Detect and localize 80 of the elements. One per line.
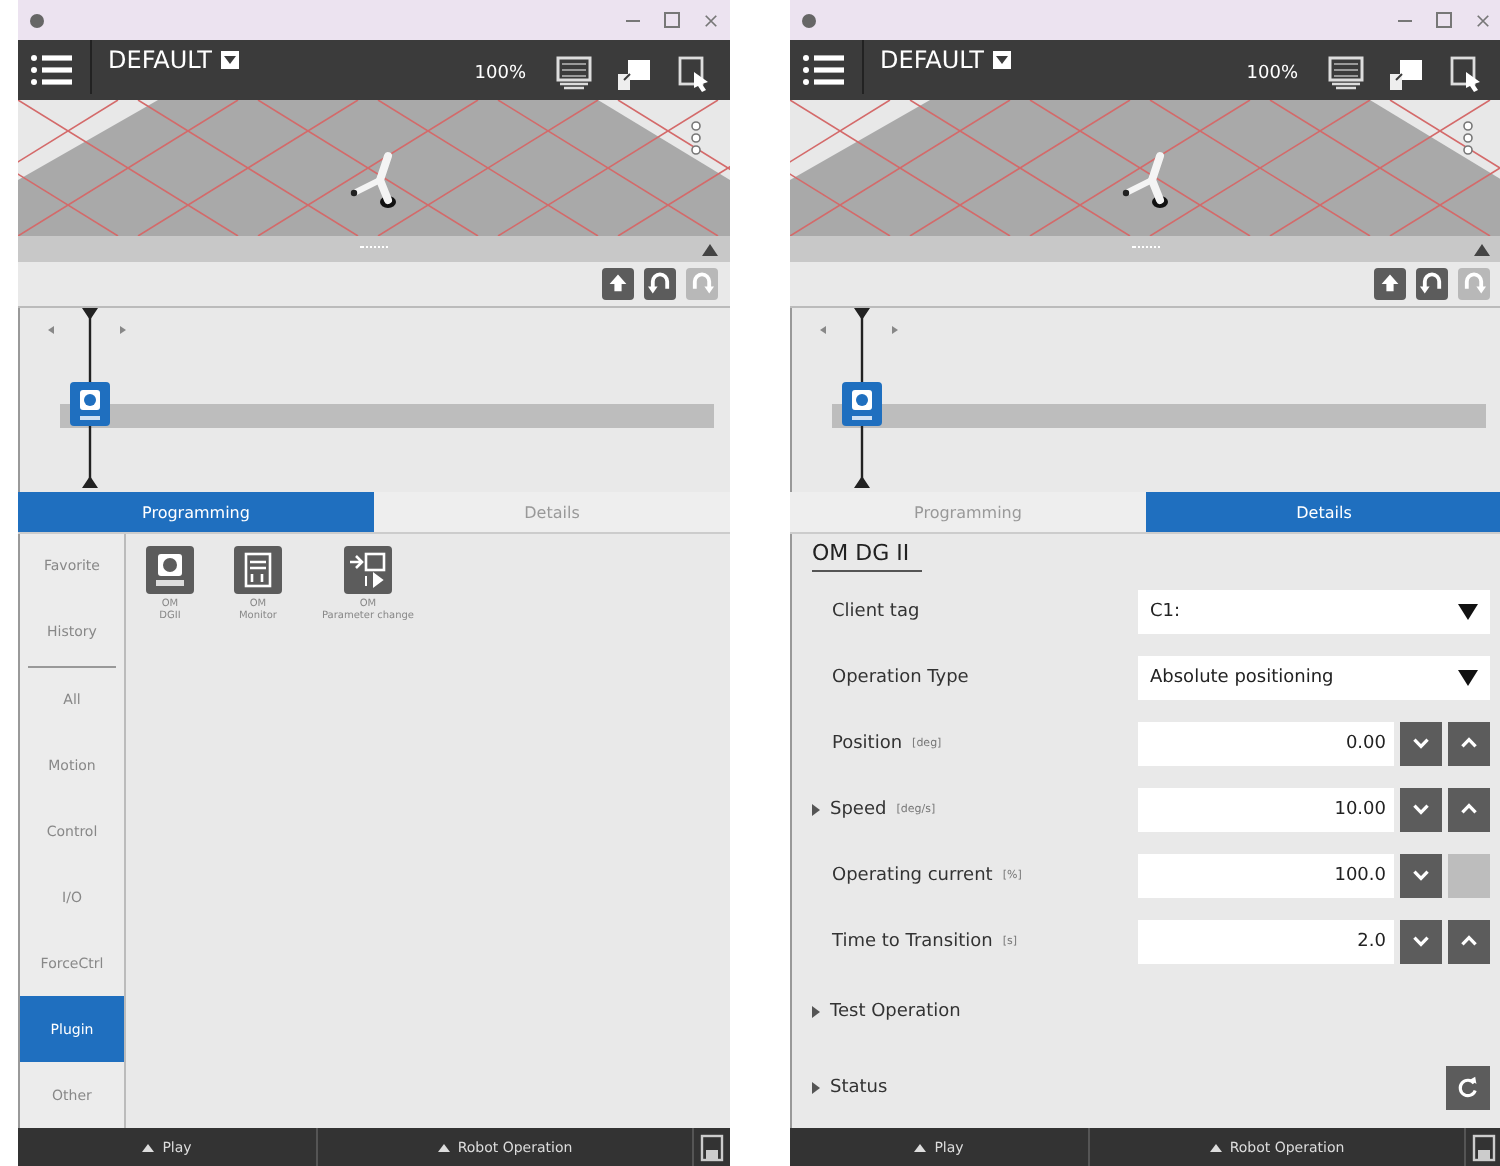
field-label: Position [832,733,903,753]
field-label: Client tag [832,601,920,621]
dropdown-arrow-icon [1458,603,1478,619]
expand-caret-icon[interactable] [812,803,820,815]
view-options-icon[interactable] [1462,120,1474,156]
parameter-change-icon[interactable] [344,546,392,594]
zoom-level: 100% [1246,64,1298,84]
monitor-panel-icon[interactable] [234,546,282,594]
section-header[interactable]: Status [830,1078,888,1098]
field-label: Operation Type [832,667,969,687]
minimize-icon[interactable] [1398,19,1412,21]
right-arrow-icon[interactable] [892,326,898,334]
increment-button[interactable] [1448,919,1490,963]
dropdown-field[interactable]: C1: [1138,589,1490,633]
app-logo-icon [30,13,44,27]
maximize-icon[interactable] [1436,12,1452,28]
monitor-icon[interactable] [1326,56,1366,92]
dropdown-arrow-icon [1458,669,1478,685]
undo-button[interactable] [1416,268,1448,300]
decrement-button[interactable] [1400,721,1442,765]
redo-icon [1462,272,1486,296]
field-label: Speed [830,799,887,819]
gripper-command-block[interactable] [70,382,110,426]
menu-icon[interactable] [802,52,846,88]
section-header[interactable]: Test Operation [830,1002,961,1022]
panel-tab[interactable]: Details [1146,492,1500,534]
gripper-icon[interactable] [146,546,194,594]
expand-caret-icon[interactable] [812,1082,820,1094]
menu-icon[interactable] [30,52,74,88]
program-title[interactable]: DEFAULT [108,46,212,74]
expand-caret-icon[interactable] [812,1006,820,1018]
refresh-button[interactable] [1446,1066,1490,1110]
field-label: Time to Transition [832,931,993,951]
upload-button[interactable] [602,268,634,300]
maximize-icon[interactable] [664,12,680,28]
decrement-button[interactable] [1400,853,1442,897]
field-label: Operating current [832,865,993,885]
number-field[interactable]: 100.0 [1138,853,1394,897]
increment-button[interactable] [1448,787,1490,831]
window-icon[interactable] [614,56,654,92]
number-field[interactable]: 10.00 [1138,787,1394,831]
dropdown-icon[interactable] [991,50,1012,70]
decrement-button[interactable] [1400,919,1442,963]
undo-icon [648,272,672,296]
collapse-arrow-icon[interactable] [1474,244,1490,256]
monitor-icon[interactable] [554,56,594,92]
window-icon[interactable] [1386,56,1426,92]
save-icon[interactable] [1472,1133,1496,1161]
close-icon[interactable] [704,13,718,27]
upload-arrow-icon [1378,272,1402,296]
undo-button[interactable] [644,268,676,300]
command-title: OM DG II [812,534,922,572]
upload-arrow-icon [606,272,630,296]
collapse-arrow-icon[interactable] [702,244,718,256]
increment-button[interactable] [1448,721,1490,765]
resize-handle[interactable] [1132,246,1160,252]
dropdown-icon[interactable] [219,50,240,70]
number-field[interactable]: 0.00 [1138,721,1394,765]
timeline-cursor[interactable] [854,308,870,488]
save-icon[interactable] [700,1133,724,1161]
app-logo-icon [802,13,816,27]
view-options-icon[interactable] [690,120,702,156]
close-icon[interactable] [1476,13,1490,27]
refresh-icon [1456,1076,1480,1100]
upload-button[interactable] [1374,268,1406,300]
timeline-cursor[interactable] [82,308,98,488]
right-arrow-icon[interactable] [120,326,126,334]
minimize-icon[interactable] [626,19,640,21]
left-arrow-icon[interactable] [820,326,826,334]
resize-handle[interactable] [360,246,388,252]
zoom-level: 100% [474,64,526,84]
gripper-command-block[interactable] [842,382,882,426]
number-field[interactable]: 2.0 [1138,919,1394,963]
redo-icon [690,272,714,296]
dropdown-field[interactable]: Absolute positioning [1138,655,1490,699]
panel-tab[interactable]: Programming [18,492,374,534]
program-title[interactable]: DEFAULT [880,46,984,74]
decrement-button[interactable] [1400,787,1442,831]
undo-icon [1420,272,1444,296]
left-arrow-icon[interactable] [48,326,54,334]
